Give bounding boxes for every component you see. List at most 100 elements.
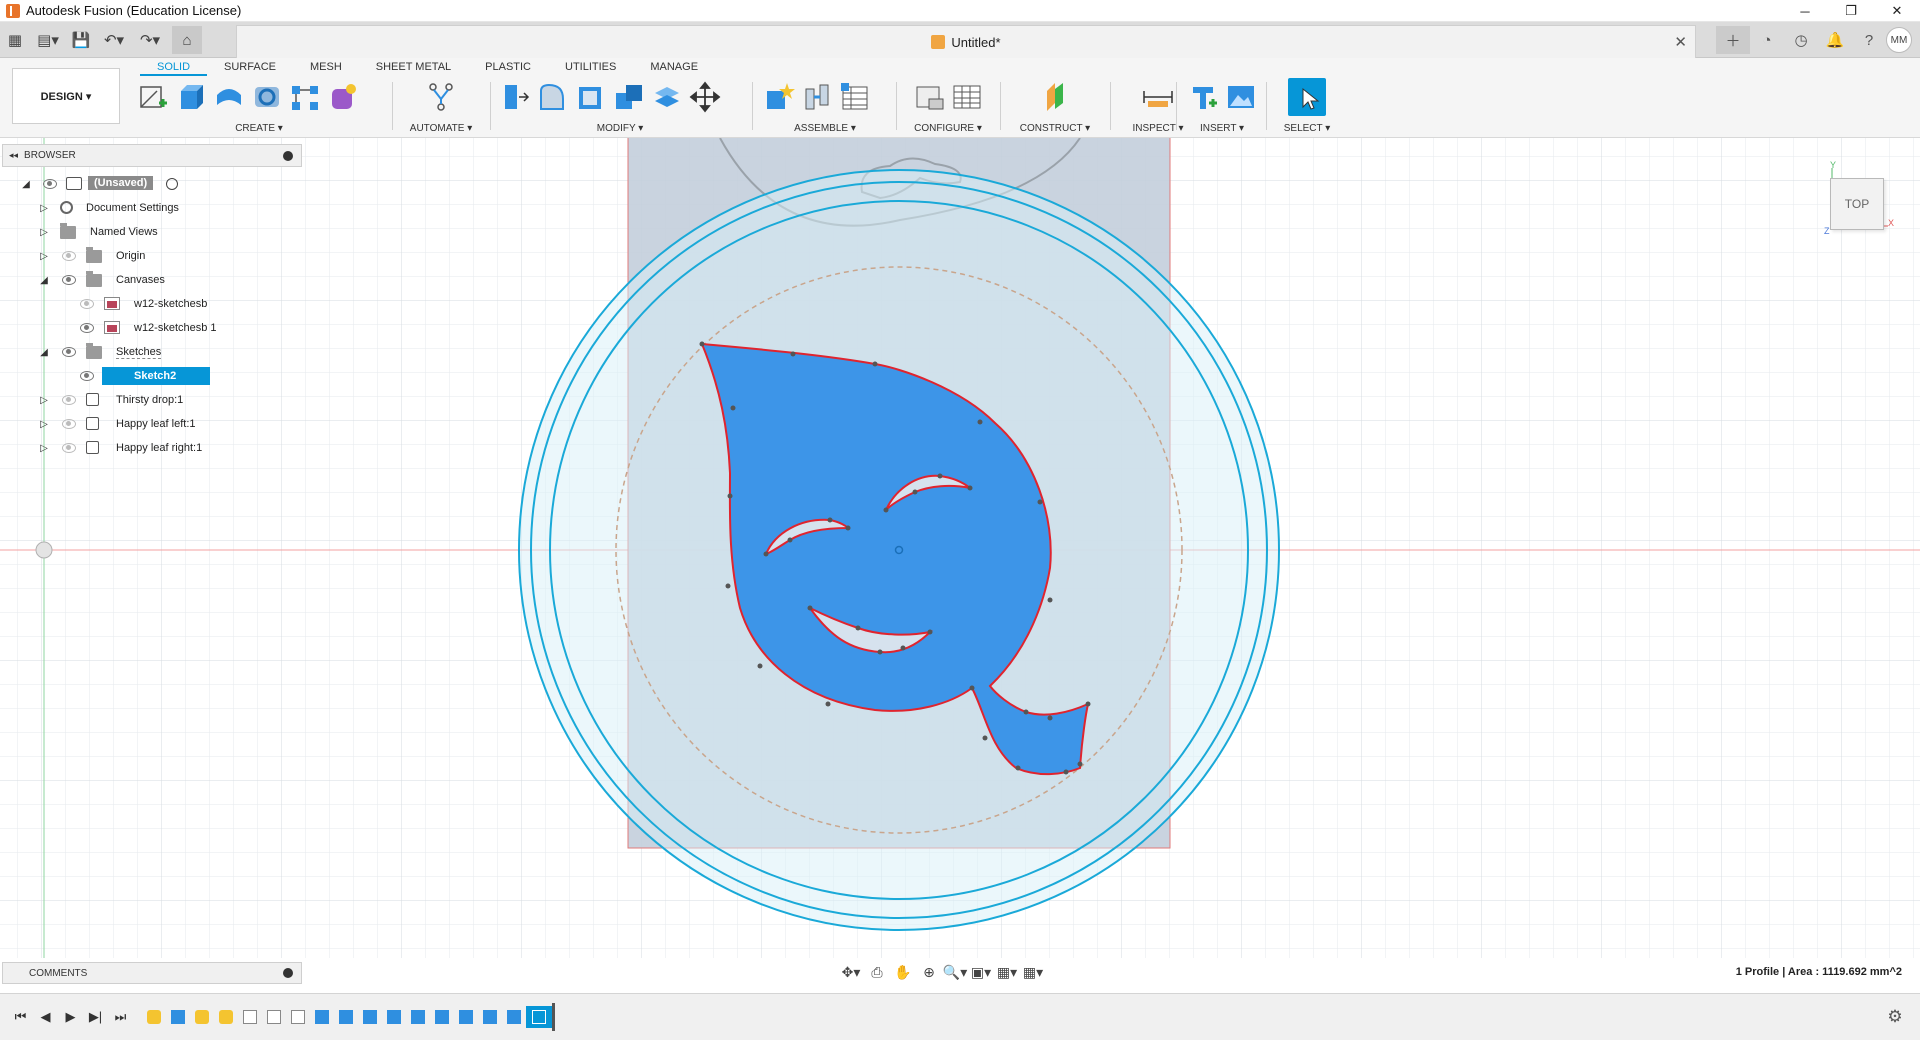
look-at-icon[interactable]: ⎙ [864,961,890,983]
offset-plane-icon[interactable] [1036,78,1074,116]
timeline-active-sketch-icon[interactable] [526,1006,552,1028]
collapse-browser-icon[interactable]: ◂◂ [9,150,18,161]
timeline-canvas-icon[interactable] [166,1006,190,1028]
select-menu-label[interactable]: SELECT ▾ [1272,122,1342,136]
bill-of-materials-icon[interactable] [836,78,874,116]
new-tab-icon[interactable]: ＋ [1716,26,1750,54]
tree-row-canvas2[interactable]: w12-sketchesb 1 [0,316,300,340]
timeline-sketch-icon[interactable] [286,1006,310,1028]
restore-button[interactable]: ❐ [1828,0,1874,22]
create-sketch-icon[interactable] [134,78,172,116]
visibility-eye-icon[interactable] [80,299,94,309]
collapse-icon[interactable]: ◢ [38,346,50,358]
timeline-extrude-icon[interactable] [406,1006,430,1028]
file-menu-icon[interactable]: ▤▾ [30,26,66,54]
combine-icon[interactable] [610,78,648,116]
tree-row-origin[interactable]: ▷ Origin [0,244,300,268]
insert-menu-label[interactable]: INSERT ▾ [1182,122,1262,136]
tree-row-canvases[interactable]: ◢ Canvases [0,268,300,292]
collapse-icon[interactable]: ◢ [20,178,32,190]
insert-canvas-icon[interactable] [1222,78,1260,116]
collapse-icon[interactable]: ◢ [38,274,50,286]
visibility-eye-icon[interactable] [43,179,57,189]
visibility-eye-icon[interactable] [62,251,76,261]
press-pull-icon[interactable] [496,78,534,116]
change-parameters-icon[interactable] [910,78,948,116]
grid-snaps-icon[interactable]: ▦▾ [994,961,1020,983]
close-window-button[interactable]: ✕ [1874,0,1920,22]
visibility-eye-icon[interactable] [62,419,76,429]
timeline-settings-icon[interactable]: ⚙ [1884,1006,1906,1028]
browser-options-icon[interactable] [283,151,293,161]
visibility-eye-icon[interactable] [62,443,76,453]
expand-icon[interactable]: ▷ [38,418,50,430]
tab-solid[interactable]: SOLID [140,58,208,76]
create-form-icon[interactable] [324,78,362,116]
visibility-eye-icon[interactable] [80,323,94,333]
timeline-sketch-icon[interactable] [238,1006,262,1028]
create-menu-label[interactable]: CREATE ▾ [134,122,384,136]
expand-icon[interactable]: ▷ [38,202,50,214]
new-component-icon[interactable] [760,78,798,116]
joint-icon[interactable] [798,78,836,116]
automate-icon[interactable] [422,78,460,116]
minimize-button[interactable]: ─ [1782,0,1828,22]
pattern-icon[interactable] [286,78,324,116]
construct-menu-label[interactable]: CONSTRUCT ▾ [1006,122,1104,136]
activate-radio-icon[interactable] [166,178,178,190]
tree-row-root[interactable]: ◢ (Unsaved) [0,172,300,196]
sweep-icon[interactable] [248,78,286,116]
visibility-eye-icon[interactable] [62,395,76,405]
assemble-menu-label[interactable]: ASSEMBLE ▾ [760,122,890,136]
automate-menu-label[interactable]: AUTOMATE ▾ [398,122,484,136]
notifications-icon[interactable]: 🔔 [1818,26,1852,54]
tab-manage[interactable]: MANAGE [633,58,715,76]
tab-mesh[interactable]: MESH [293,58,359,76]
fit-icon[interactable]: 🔍▾ [942,961,968,983]
workspace-switcher-button[interactable]: DESIGN ▾ [12,68,120,124]
redo-icon[interactable]: ↷▾ [132,26,168,54]
visibility-eye-icon[interactable] [80,371,94,381]
tree-row-sketch2[interactable]: Sketch2 [0,364,300,388]
step-back-icon[interactable]: ◀ [33,1006,58,1028]
configuration-table-icon[interactable] [948,78,986,116]
tree-row-sketches[interactable]: ◢ Sketches [0,340,300,364]
timeline-extrude-icon[interactable] [358,1006,382,1028]
move-copy-icon[interactable] [686,78,724,116]
document-tab[interactable]: Untitled* ✕ [236,25,1696,58]
expand-icon[interactable]: ▷ [38,226,50,238]
user-avatar[interactable]: MM [1886,27,1912,53]
tree-row-happy-leaf-left[interactable]: ▷ Happy leaf left:1 [0,412,300,436]
help-icon[interactable]: ? [1852,26,1886,54]
comments-panel-header[interactable]: COMMENTS [2,962,302,984]
pan-icon[interactable]: ✋ [890,961,916,983]
timeline-extrude-icon[interactable] [382,1006,406,1028]
tree-row-document-settings[interactable]: ▷ Document Settings [0,196,300,220]
browser-panel-header[interactable]: ◂◂ BROWSER [2,144,302,167]
viewports-icon[interactable]: ▦▾ [1020,961,1046,983]
visibility-eye-icon[interactable] [62,347,76,357]
display-settings-icon[interactable]: ▣▾ [968,961,994,983]
timeline-sketch-icon[interactable] [262,1006,286,1028]
tree-row-canvas1[interactable]: w12-sketchesb [0,292,300,316]
expand-icon[interactable]: ▷ [38,250,50,262]
job-status-icon[interactable]: ◷ [1784,26,1818,54]
extensions-icon[interactable]: ◔ [1750,26,1784,54]
orbit-icon[interactable]: ✥▾ [838,961,864,983]
shell-icon[interactable] [572,78,610,116]
tree-row-happy-leaf-right[interactable]: ▷ Happy leaf right:1 [0,436,300,460]
timeline-canvas-icon[interactable] [502,1006,526,1028]
zoom-icon[interactable]: ⊕ [916,961,942,983]
timeline-component-icon[interactable] [142,1006,166,1028]
go-to-start-icon[interactable]: ⏮ [8,1006,33,1028]
go-to-end-icon[interactable]: ⏭ [108,1006,133,1028]
tab-plastic[interactable]: PLASTIC [468,58,548,76]
add-comment-icon[interactable] [283,968,293,978]
data-panel-icon[interactable]: ▦ [0,26,30,54]
view-cube[interactable]: TOP [1830,178,1884,230]
revolve-icon[interactable] [210,78,248,116]
timeline-extrude-icon[interactable] [430,1006,454,1028]
visibility-eye-icon[interactable] [62,275,76,285]
tree-row-thirsty-drop[interactable]: ▷ Thirsty drop:1 [0,388,300,412]
expand-icon[interactable]: ▷ [38,394,50,406]
